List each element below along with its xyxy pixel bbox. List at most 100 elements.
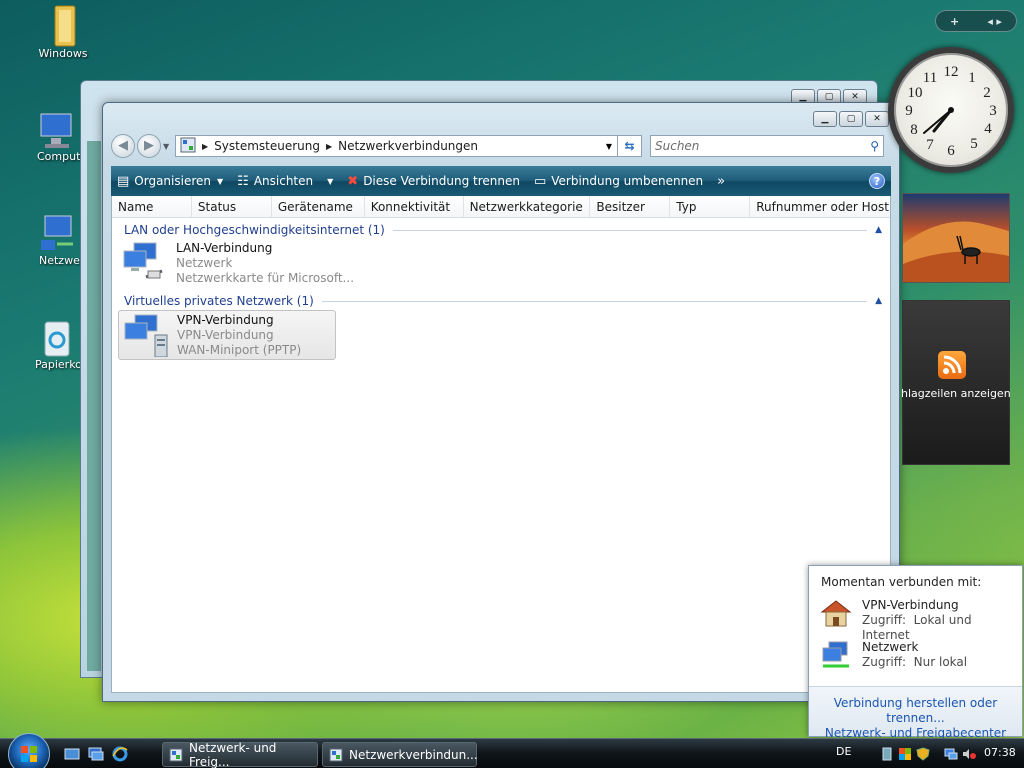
breadcrumb-item[interactable]: ▶ Systemsteuerung [202, 139, 320, 153]
security-shield-icon[interactable] [916, 747, 930, 761]
slideshow-gadget[interactable] [902, 193, 1013, 283]
search-icon[interactable]: ⚲ [870, 139, 883, 153]
taskbar-button-network-sharing[interactable]: Netzwerk- und Freig... [162, 741, 318, 768]
clock-face: 12 1 2 3 4 5 6 7 8 9 10 11 [905, 64, 997, 159]
computer-icon [37, 110, 77, 150]
switch-windows-icon[interactable] [88, 746, 104, 762]
language-indicator[interactable]: DE [836, 745, 851, 758]
clock-number: 1 [968, 70, 976, 86]
windows-logo-icon [21, 746, 37, 762]
search-input[interactable]: Suchen ⚲ [650, 135, 884, 157]
folder-icon [43, 4, 83, 47]
group-divider [321, 300, 868, 302]
feed-label[interactable]: hlagzeilen anzeigen [901, 387, 1011, 400]
feed-headlines-gadget[interactable]: hlagzeilen anzeigen [901, 300, 1011, 465]
clock-number: 10 [908, 85, 923, 101]
red-x-icon: ✖ [347, 173, 359, 189]
column-header-name[interactable]: Name [112, 196, 192, 217]
chevron-right-icon: ▶ [326, 141, 333, 151]
column-header-phone-host[interactable]: Rufnummer oder Host... [750, 196, 890, 217]
connection-name: LAN-Verbindung [176, 241, 273, 255]
breadcrumb-item[interactable]: ▶ Netzwerkverbindungen [326, 139, 478, 153]
popup-connection-network: Netzwerk Zugriff: Nur lokal [819, 640, 967, 670]
maximize-button[interactable]: ▢ [839, 111, 863, 127]
network-connections-window[interactable]: ▁ ▢ ✕ ◀ ▶ ▼ ▶ Systemsteuerung ▶ Netzwerkve… [102, 102, 900, 702]
more-commands-button[interactable]: » [717, 174, 725, 189]
windows-security-icon[interactable] [898, 747, 912, 761]
clock-number: 3 [989, 103, 997, 119]
home-network-icon [819, 598, 853, 628]
network-status-popup: Momentan verbunden mit: VPN-Verbindung Z… [808, 565, 1023, 740]
clock-gadget[interactable]: 12 1 2 3 4 5 6 7 8 9 10 11 [888, 47, 1014, 173]
help-button[interactable]: ? [869, 173, 885, 189]
popup-connection-vpn: VPN-Verbindung Zugriff: Lokal und Intern… [819, 598, 1022, 643]
connection-device: WAN-Miniport (PPTP) [177, 343, 302, 357]
group-divider [392, 229, 868, 231]
start-button[interactable] [8, 733, 50, 768]
organize-icon: ▤ [117, 173, 130, 189]
refresh-button[interactable]: ⇆ [618, 135, 642, 157]
connection-item-vpn[interactable]: VPN-Verbindung VPN-Verbindung WAN-Minipo… [118, 310, 336, 360]
chevron-right-icon: ▶ [202, 141, 209, 151]
connection-item-lan[interactable]: LAN-Verbindung Netzwerk Netzwerkkarte fü… [118, 239, 890, 289]
sidebar-controls: + ◂ ▸ [935, 10, 1017, 32]
popup-title: Momentan verbunden mit: [821, 575, 982, 589]
views-button[interactable]: ☷ Ansichten ▼ [237, 174, 333, 189]
column-header-connectivity[interactable]: Konnektivität [365, 196, 464, 217]
chevron-down-icon: ▼ [327, 176, 334, 186]
group-header-vpn[interactable]: Virtuelles privates Netzwerk (1) ▲ [124, 292, 882, 310]
clock-number: 2 [983, 85, 991, 101]
connection-status: VPN-Verbindung [177, 328, 274, 342]
organize-button[interactable]: ▤ Organisieren ▼ [117, 174, 223, 189]
column-header-status[interactable]: Status [192, 196, 272, 217]
column-header-owner[interactable]: Besitzer [590, 196, 671, 217]
sidebar-tray-icon[interactable] [880, 747, 894, 761]
popup-connection-access: Zugriff: Lokal und Internet [862, 613, 972, 642]
clock-number: 12 [944, 64, 959, 80]
minimize-button[interactable]: ▁ [813, 111, 837, 127]
desktop-icon-windows[interactable]: Windows [27, 4, 99, 60]
close-button[interactable]: ✕ [865, 111, 889, 127]
connections-list: Name Status Gerätename Konnektivität Net… [111, 196, 891, 693]
column-headers: Name Status Gerätename Konnektivität Net… [112, 196, 890, 218]
rss-icon [938, 351, 966, 379]
chevron-down-icon: ▼ [217, 176, 224, 186]
rename-button[interactable]: ▭ Verbindung umbenennen [534, 174, 703, 189]
disconnect-button[interactable]: ✖ Diese Verbindung trennen [347, 174, 520, 189]
views-icon: ☷ [237, 173, 249, 189]
connection-name: VPN-Verbindung [177, 313, 274, 327]
collapse-icon[interactable]: ▲ [875, 225, 882, 235]
taskbar-button-network-connections[interactable]: Netzwerkverbindun... [322, 742, 478, 767]
column-header-network-category[interactable]: Netzwerkkategorie [464, 196, 591, 217]
popup-connection-name: VPN-Verbindung [862, 598, 959, 612]
clock-number: 11 [923, 70, 937, 86]
desktop-icon-label: Windows [38, 47, 88, 60]
back-button[interactable]: ◀ [111, 134, 135, 158]
connect-disconnect-link[interactable]: Verbindung herstellen oder trennen... [809, 696, 1022, 726]
internet-explorer-icon[interactable] [112, 746, 128, 762]
network-tray-icon[interactable] [944, 747, 958, 761]
clock-number: 9 [905, 103, 913, 119]
network-center-icon [169, 748, 183, 762]
group-header-lan[interactable]: LAN oder Hochgeschwindigkeitsinternet (1… [124, 221, 882, 239]
column-header-type[interactable]: Typ [670, 196, 751, 217]
clock-number: 7 [926, 137, 934, 153]
connection-device: Netzwerkkarte für Microsoft... [176, 271, 355, 285]
show-desktop-icon[interactable] [64, 746, 80, 762]
address-bar[interactable]: ▶ Systemsteuerung ▶ Netzwerkverbindungen ▼ [175, 135, 618, 157]
forward-button[interactable]: ▶ [137, 134, 161, 158]
column-header-device[interactable]: Gerätename [272, 196, 365, 217]
address-dropdown-icon[interactable]: ▼ [601, 142, 617, 151]
collapse-icon[interactable]: ▲ [875, 296, 882, 306]
gadget-nav-arrows[interactable]: ◂ ▸ [987, 15, 1002, 28]
volume-muted-icon[interactable] [962, 747, 976, 761]
add-gadget-button[interactable]: + [950, 15, 959, 28]
recent-pages-dropdown[interactable]: ▼ [163, 142, 173, 151]
rename-icon: ▭ [533, 173, 547, 189]
connection-status: Netzwerk [176, 256, 233, 270]
desert-photo [903, 221, 1013, 282]
clock-number: 4 [984, 121, 992, 137]
background-window-pane [87, 141, 101, 671]
clock-time[interactable]: 07:38 [984, 746, 1016, 759]
vpn-connection-icon [123, 313, 169, 358]
